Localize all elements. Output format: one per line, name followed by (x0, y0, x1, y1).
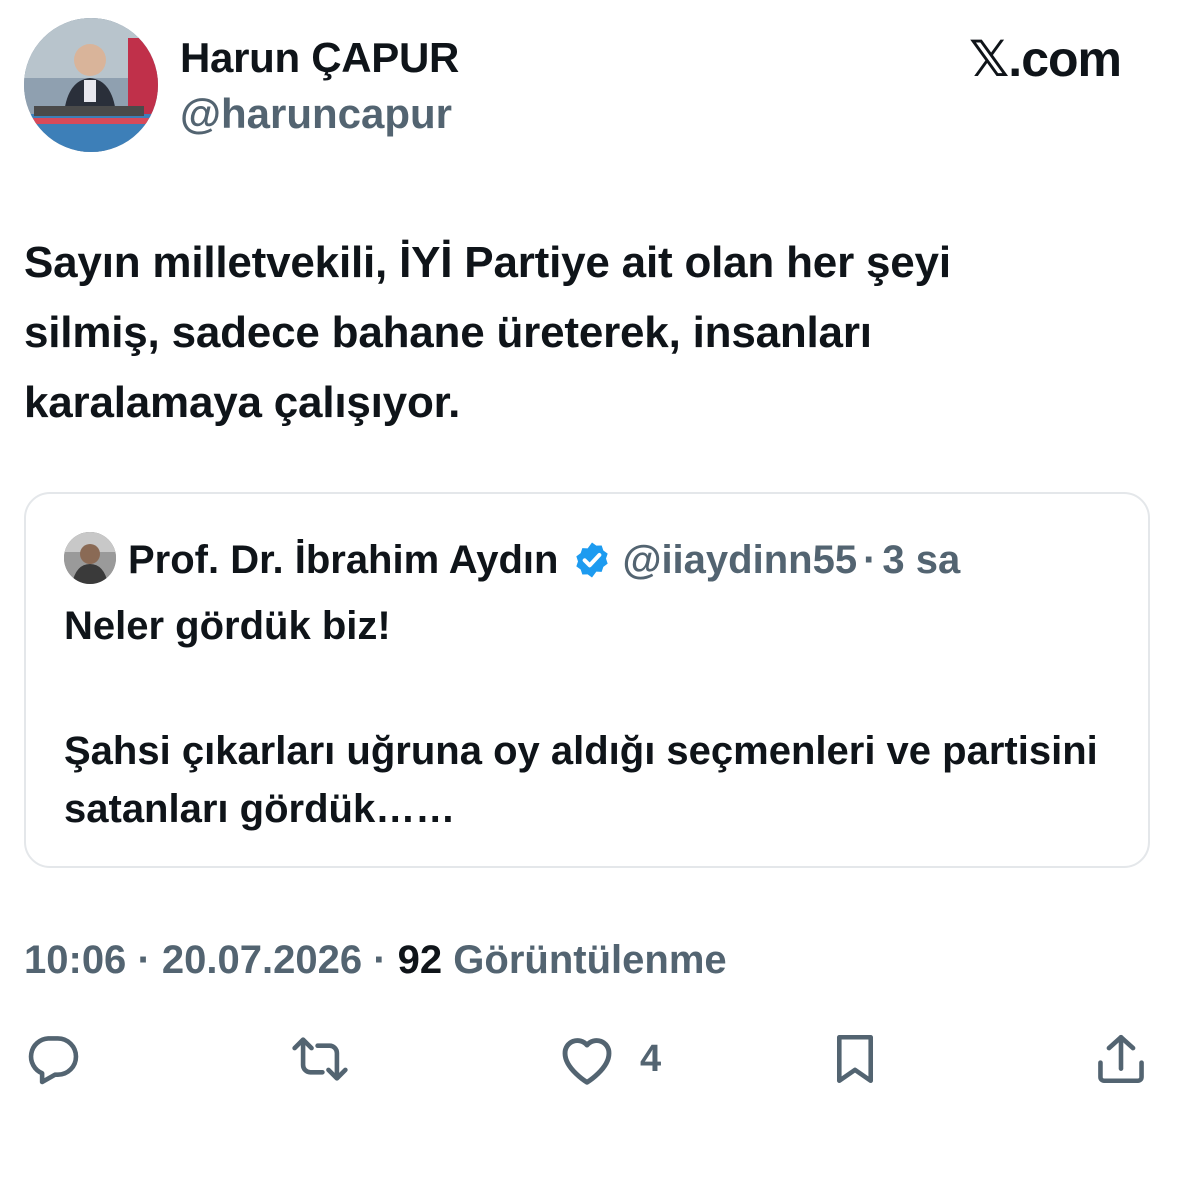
like-count: 4 (640, 1037, 662, 1080)
quoted-tweet-text: Şahsi çıkarları uğruna oy aldığı seçmenl… (64, 729, 1098, 831)
separator-dot: · (137, 938, 151, 982)
separator-dot: · (863, 537, 877, 582)
reply-icon (24, 1030, 82, 1088)
tweet-line: silmiş, sadece bahane üreterek, insanlar… (24, 308, 872, 357)
repost-icon (288, 1030, 352, 1088)
share-button[interactable] (1092, 1030, 1150, 1088)
bookmark-button[interactable] (826, 1030, 884, 1088)
tweet-text: Sayın milletvekili, İYİ Partiye ait olan… (24, 228, 1144, 438)
tweet-line: Sayın milletvekili, İYİ Partiye ait olan… (24, 238, 951, 287)
author-handle[interactable]: @haruncapur (180, 90, 452, 138)
verified-badge-icon (572, 540, 612, 580)
views-label: Görüntülenme (453, 938, 727, 982)
quoted-tweet-text: Neler gördük biz! (64, 604, 391, 648)
like-button[interactable]: 4 (556, 1030, 661, 1088)
bookmark-icon (826, 1030, 884, 1088)
brand-logo: 𝕏.com (969, 31, 1122, 87)
quoted-tweet-time[interactable]: 3 sa (882, 538, 960, 583)
quoted-tweet-header: Prof. Dr. İbrahim Aydın @iiaydinn55 · 3 … (128, 532, 960, 588)
tweet-meta: 10:06 · 20.07.2026 · 92 Görüntülenme (24, 938, 727, 983)
quoted-author-name[interactable]: Prof. Dr. İbrahim Aydın (128, 538, 558, 583)
quoted-author-avatar (64, 532, 116, 584)
quoted-author-handle[interactable]: @iiaydinn55 (622, 538, 857, 583)
tweet-time[interactable]: 10:06 (24, 938, 126, 982)
separator-dot: · (373, 938, 387, 982)
share-icon (1092, 1030, 1150, 1088)
repost-button[interactable] (288, 1030, 352, 1088)
quoted-tweet-card[interactable]: Prof. Dr. İbrahim Aydın @iiaydinn55 · 3 … (24, 492, 1150, 868)
tweet-date[interactable]: 20.07.2026 (162, 938, 362, 982)
author-avatar[interactable] (24, 18, 158, 152)
tweet-line: karalamaya çalışıyor. (24, 378, 461, 427)
heart-icon (556, 1030, 618, 1088)
views-count: 92 (397, 938, 443, 982)
action-bar: 4 (0, 1030, 1177, 1100)
author-name[interactable]: Harun ÇAPUR (180, 34, 459, 82)
reply-button[interactable] (24, 1030, 82, 1088)
